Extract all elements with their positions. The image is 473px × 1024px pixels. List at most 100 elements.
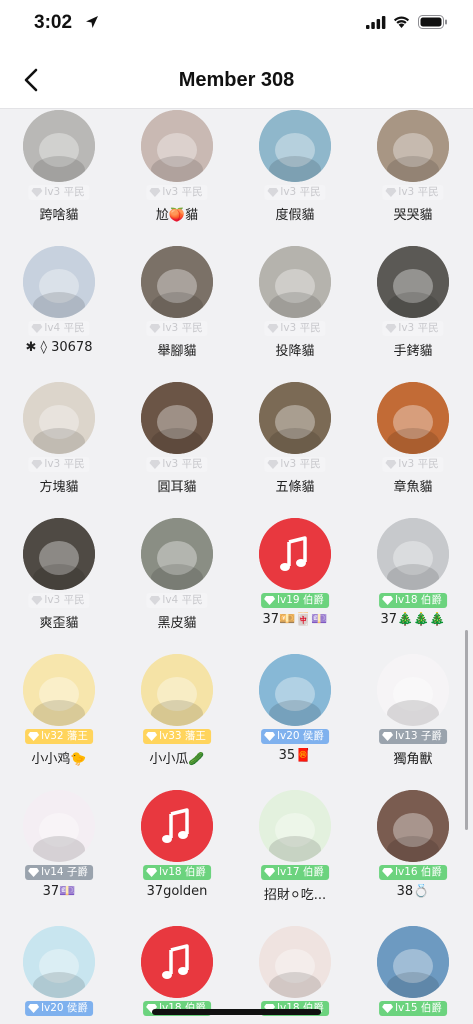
member-item[interactable]: lv3 平民 手銬貓 <box>354 246 472 382</box>
member-avatar[interactable] <box>259 790 331 862</box>
member-avatar[interactable] <box>377 790 449 862</box>
avatar-image <box>259 790 331 862</box>
avatar-image <box>141 246 213 318</box>
diamond-icon <box>382 732 394 741</box>
member-item[interactable]: lv4 平民 黑皮貓 <box>118 518 236 654</box>
member-avatar[interactable] <box>377 654 449 726</box>
member-avatar[interactable] <box>141 518 213 590</box>
member-avatar[interactable] <box>259 518 331 590</box>
member-avatar[interactable] <box>23 382 95 454</box>
member-item[interactable]: lv3 平民尬🍑貓 <box>118 110 236 246</box>
member-item[interactable]: lv18 伯爵 37🎄🎄🎄 <box>354 518 472 654</box>
member-item[interactable]: lv32 藩王 小小鸡🐤 <box>0 654 118 790</box>
level-badge-text: lv3 平民 <box>44 458 85 470</box>
diamond-icon <box>149 324 161 333</box>
member-item[interactable]: lv3 平民 哭哭貓 <box>354 110 472 246</box>
member-item[interactable]: lv33 藩王 小小瓜🥒 <box>118 654 236 790</box>
member-name: 37golden <box>146 884 208 899</box>
member-avatar[interactable] <box>23 926 95 998</box>
member-avatar[interactable] <box>377 110 449 182</box>
level-badge: lv18 伯爵 <box>379 593 447 608</box>
member-avatar[interactable] <box>259 382 331 454</box>
level-badge: lv3 平民 <box>146 321 208 336</box>
member-avatar[interactable] <box>141 110 213 182</box>
member-item[interactable]: lv19 伯爵 37💴🀄💷 <box>236 518 354 654</box>
diamond-icon <box>149 188 161 197</box>
member-avatar[interactable] <box>23 518 95 590</box>
member-avatar[interactable] <box>23 654 95 726</box>
member-name: 35🧧 <box>278 748 312 763</box>
member-name: 38💍 <box>396 884 430 899</box>
diamond-icon <box>149 460 161 469</box>
member-avatar[interactable] <box>141 790 213 862</box>
status-time: 3:02 <box>34 12 73 33</box>
avatar-image <box>23 110 95 182</box>
member-item[interactable]: lv3 平民 舉腳貓 <box>118 246 236 382</box>
diamond-icon <box>146 732 158 741</box>
diamond-icon <box>146 868 158 877</box>
member-avatar[interactable] <box>23 110 95 182</box>
battery-icon <box>418 15 447 29</box>
member-avatar[interactable] <box>259 654 331 726</box>
member-avatar[interactable] <box>141 246 213 318</box>
member-avatar[interactable] <box>377 246 449 318</box>
member-item[interactable]: lv20 侯爵 <box>0 926 118 1024</box>
member-item[interactable]: lv3 平民圓耳貓 <box>118 382 236 518</box>
home-indicator <box>152 1009 321 1015</box>
avatar-image <box>377 790 449 862</box>
member-item[interactable]: lv3 平民 章魚貓 <box>354 382 472 518</box>
member-avatar[interactable] <box>23 246 95 318</box>
member-item[interactable]: lv13 子爵 獨角獸 <box>354 654 472 790</box>
avatar-image <box>259 654 331 726</box>
avatar-image <box>259 110 331 182</box>
member-name: 圓耳貓 <box>157 480 197 495</box>
member-item[interactable]: lv17 伯爵 招財⚪吃... <box>236 790 354 926</box>
member-item[interactable]: lv14 子爵 37💷 <box>0 790 118 926</box>
member-grid: lv3 平民 跨啥貓 lv3 平民 尬🍑貓 lv3 平民 度假貓 lv3 平民 哭哭貓 lv4 … <box>0 108 473 1024</box>
member-item[interactable]: lv3 平民 方塊貓 <box>0 382 118 518</box>
member-avatar[interactable] <box>259 246 331 318</box>
member-item[interactable]: lv18 伯爵 37golden <box>118 790 236 926</box>
level-badge-text: lv3 平民 <box>162 186 203 198</box>
member-avatar[interactable] <box>141 382 213 454</box>
member-item[interactable]: lv20 侯爵 35🧧 <box>236 654 354 790</box>
diamond-icon <box>28 868 40 877</box>
member-avatar[interactable] <box>259 110 331 182</box>
member-item[interactable]: lv15 伯爵 <box>354 926 472 1024</box>
member-avatar[interactable] <box>377 518 449 590</box>
level-badge-text: lv3 平民 <box>162 458 203 470</box>
member-name: 小小瓜🥒 <box>149 752 205 767</box>
level-badge-text: lv3 平民 <box>398 458 439 470</box>
level-badge: lv20 侯爵 <box>261 729 329 744</box>
diamond-icon <box>382 1004 394 1013</box>
member-item[interactable]: lv3 平民 投降貓 <box>236 246 354 382</box>
member-avatar[interactable] <box>259 926 331 998</box>
level-badge-text: lv13 子爵 <box>395 730 442 742</box>
level-badge-text: lv20 侯爵 <box>41 1002 88 1014</box>
member-item[interactable]: lv16 伯爵 38💍 <box>354 790 472 926</box>
member-avatar[interactable] <box>377 382 449 454</box>
level-badge: lv3 平民 <box>28 185 90 200</box>
diamond-icon <box>267 460 279 469</box>
member-item[interactable]: lv3 平民 度假貓 <box>236 110 354 246</box>
member-item[interactable]: lv4 平民 ✱ ◊ 30678 <box>0 246 118 382</box>
wifi-icon <box>393 16 410 28</box>
level-badge: lv13 子爵 <box>379 729 447 744</box>
member-avatar[interactable] <box>23 790 95 862</box>
diamond-icon <box>28 732 40 741</box>
level-badge: lv3 平民 <box>382 457 444 472</box>
member-item[interactable]: lv3 平民 五條貓 <box>236 382 354 518</box>
member-avatar[interactable] <box>141 926 213 998</box>
member-name: 黑皮貓 <box>157 616 197 631</box>
member-name: 爽歪貓 <box>39 616 79 631</box>
diamond-icon <box>149 596 161 605</box>
diamond-icon <box>267 188 279 197</box>
member-item[interactable]: lv3 平民 跨啥貓 <box>0 110 118 246</box>
member-item[interactable]: lv3 平民 爽歪貓 <box>0 518 118 654</box>
member-avatar[interactable] <box>377 926 449 998</box>
member-avatar[interactable] <box>141 654 213 726</box>
level-badge: lv20 侯爵 <box>25 1001 93 1016</box>
member-name: 尬🍑貓 <box>155 208 199 223</box>
status-bar: 3:02 <box>0 0 473 50</box>
member-name: 37🎄🎄🎄 <box>380 612 446 627</box>
